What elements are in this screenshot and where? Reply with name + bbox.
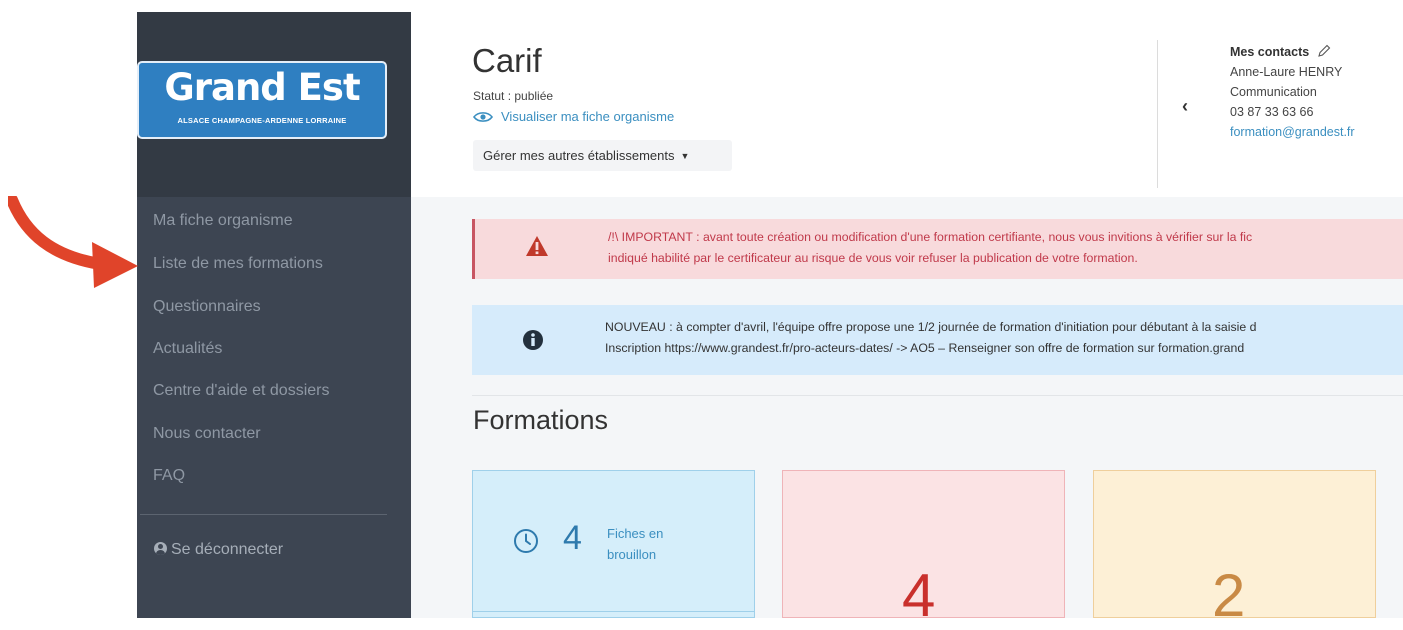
contacts-panel: Mes contacts Anne-Laure HENRY Communicat…: [1230, 42, 1355, 142]
sidebar: Grand Est ALSACE CHAMPAGNE-ARDENNE LORRA…: [137, 12, 411, 618]
view-profile-link[interactable]: Visualiser ma fiche organisme: [473, 109, 674, 124]
card-divider: [473, 611, 754, 612]
draft-label-line-2: brouillon: [607, 547, 657, 562]
contacts-title: Mes contacts: [1230, 45, 1310, 59]
formations-heading: Formations: [473, 405, 609, 435]
red-card-count: 4: [902, 562, 936, 629]
alert-info-line-2: Inscription https://www.grandest.fr/pro-…: [605, 341, 1245, 355]
logo-subtitle: ALSACE CHAMPAGNE-ARDENNE LORRAINE: [177, 116, 347, 125]
logout-button[interactable]: Se déconnecter: [154, 541, 283, 559]
sidebar-item-faq[interactable]: FAQ: [153, 467, 185, 485]
manage-establishments-dropdown[interactable]: Gérer mes autres établissements ▼: [473, 140, 732, 171]
logout-label: Se déconnecter: [171, 541, 284, 558]
chevron-left-icon[interactable]: ‹: [1182, 96, 1188, 117]
sidebar-item-centre-aide[interactable]: Centre d'aide et dossiers: [153, 382, 329, 400]
draft-formations-card[interactable]: 4 Fiches en brouillon: [472, 470, 755, 618]
alert-info-line-1: NOUVEAU : à compter d'avril, l'équipe of…: [605, 320, 1257, 334]
important-alert: /!\ IMPORTANT : avant toute création ou …: [472, 219, 1403, 279]
info-circle-icon: [523, 330, 543, 350]
sidebar-divider: [140, 514, 387, 515]
section-divider: [472, 395, 1403, 396]
draft-label: Fiches en brouillon: [607, 523, 663, 565]
info-alert: NOUVEAU : à compter d'avril, l'équipe of…: [472, 305, 1403, 375]
caret-down-icon: ▼: [680, 151, 690, 161]
page-title: Carif: [472, 42, 542, 79]
red-arrow-icon: [8, 196, 138, 288]
sidebar-item-actualites[interactable]: Actualités: [153, 340, 222, 358]
alert-warning-line-2: indiqué habilité par le certificateur au…: [608, 251, 1138, 265]
draft-count: 4: [563, 519, 582, 557]
status-text: Statut : publiée: [473, 89, 554, 103]
draft-label-line-1: Fiches en: [607, 526, 664, 541]
user-circle-icon: [154, 542, 167, 555]
logo-title: Grand Est: [164, 66, 360, 109]
warning-icon: [526, 236, 548, 256]
contact-email-link[interactable]: formation@grandest.fr: [1230, 122, 1355, 142]
sidebar-item-questionnaires[interactable]: Questionnaires: [153, 298, 261, 316]
alert-warning-line-1: /!\ IMPORTANT : avant toute création ou …: [608, 230, 1253, 244]
sidebar-item-ma-fiche-organisme[interactable]: Ma fiche organisme: [153, 212, 293, 230]
orange-card-count: 2: [1212, 562, 1246, 629]
clock-icon: [514, 529, 538, 553]
formations-card-red[interactable]: 4: [782, 470, 1065, 629]
pencil-icon[interactable]: [1316, 43, 1332, 59]
header-separator: [1157, 40, 1158, 188]
sidebar-item-nous-contacter[interactable]: Nous contacter: [153, 425, 261, 443]
eye-icon: [473, 112, 493, 122]
sidebar-item-liste-formations[interactable]: Liste de mes formations: [153, 255, 323, 273]
contact-phone: 03 87 33 63 66: [1230, 105, 1314, 119]
view-profile-label: Visualiser ma fiche organisme: [501, 109, 675, 124]
manage-establishments-label: Gérer mes autres établissements: [483, 148, 675, 163]
contact-role: Communication: [1230, 85, 1317, 99]
sidebar-header: Grand Est ALSACE CHAMPAGNE-ARDENNE LORRA…: [137, 12, 411, 197]
grand-est-logo[interactable]: Grand Est ALSACE CHAMPAGNE-ARDENNE LORRA…: [137, 61, 387, 139]
formations-card-orange[interactable]: 2: [1093, 470, 1376, 629]
contact-name: Anne-Laure HENRY: [1230, 65, 1343, 79]
